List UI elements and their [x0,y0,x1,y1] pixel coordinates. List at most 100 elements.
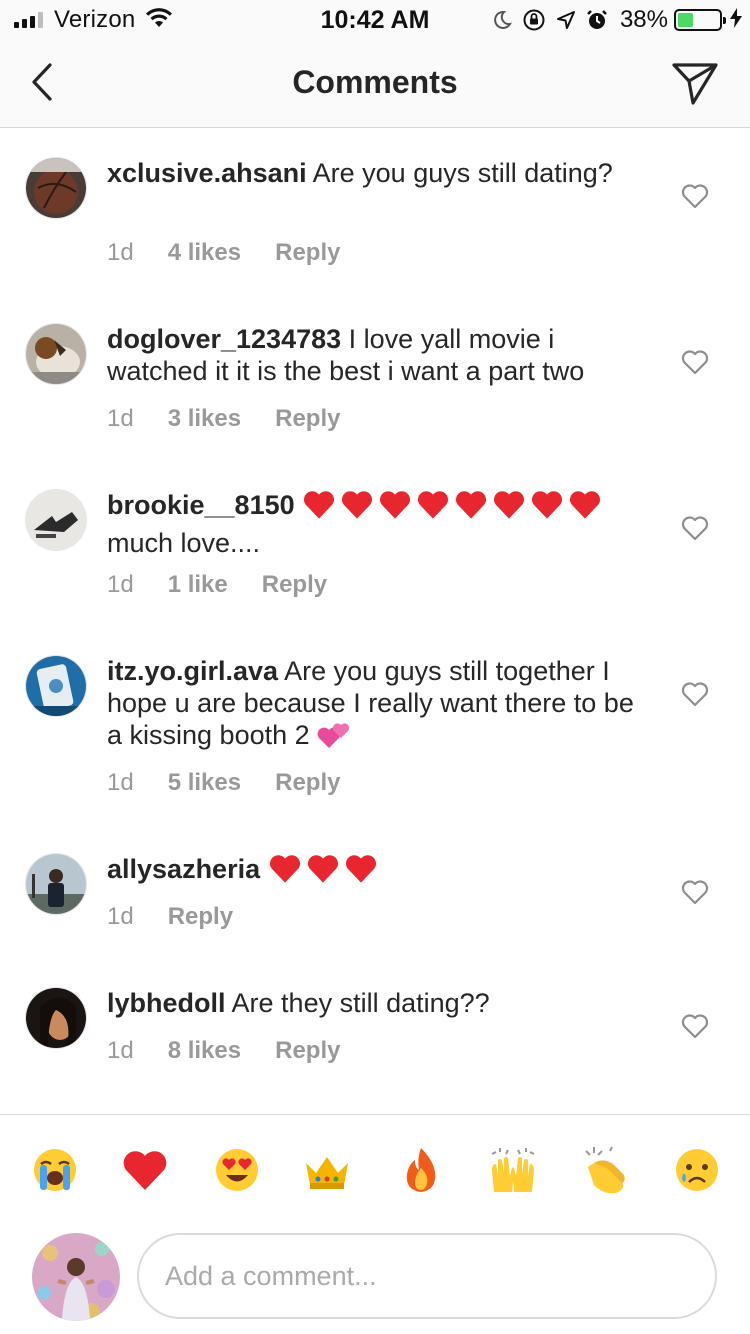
page-title: Comments [292,64,458,100]
comment-meta: 1d 1 like Reply [107,571,361,599]
red-heart-emoji [416,489,450,527]
crown-icon [306,1157,348,1189]
like-button[interactable] [681,183,709,209]
comment-meta: 1d 3 likes Reply [107,405,374,433]
like-button[interactable] [681,349,709,375]
location-arrow-icon [556,10,576,30]
raising-hands-emoji-button[interactable] [488,1145,538,1195]
like-button[interactable] [681,1013,709,1039]
alarm-clock-icon [586,9,608,31]
heart-outline-icon [681,1014,709,1039]
avatar[interactable] [25,655,87,717]
comment-message: Are you guys still dating? [312,158,613,188]
add-comment-input[interactable] [137,1233,717,1319]
comment-username[interactable]: itz.yo.girl.ava [107,656,278,686]
red-heart-emoji [454,489,488,527]
raising-hands-icon [491,1148,535,1192]
comment-meta: 1d 5 likes Reply [107,769,374,797]
orientation-lock-icon [522,8,546,32]
red-heart-emoji-button[interactable] [120,1145,170,1195]
like-button[interactable] [681,515,709,541]
red-heart-emoji [302,489,336,527]
clapping-hands-icon [585,1146,625,1194]
paper-plane-icon [672,63,718,105]
red-heart-emoji [492,489,526,527]
comment-timestamp: 1d [107,405,134,432]
comment-meta: 1d 4 likes Reply [107,239,374,267]
reply-button[interactable]: Reply [275,1037,340,1065]
comments-list[interactable]: xclusive.ahsani Are you guys still datin… [0,129,750,1114]
comment-timestamp: 1d [107,903,134,930]
moon-icon [492,10,512,30]
comment-likes[interactable]: 4 likes [168,239,241,267]
current-user-avatar [32,1233,120,1321]
heart-outline-icon [681,880,709,905]
two-hearts-emoji [317,720,351,757]
comment-text: itz.yo.girl.ava Are you guys still toget… [107,655,647,757]
red-heart-emoji [340,489,374,527]
red-heart-emoji [306,853,340,891]
comment-composer-bar [0,1114,750,1334]
red-heart-emoji [568,489,602,527]
comment-timestamp: 1d [107,769,134,796]
comment-timestamp: 1d [107,571,134,598]
reply-button[interactable]: Reply [275,769,340,797]
comment-username[interactable]: lybhedoll [107,988,226,1018]
comment-timestamp: 1d [107,1037,134,1064]
heart-eyes-emoji-button[interactable] [212,1145,262,1195]
comment-text: doglover_1234783 I love yall movie i wat… [107,323,647,387]
avatar[interactable] [25,987,87,1049]
heart-outline-icon [681,682,709,707]
comment-likes[interactable]: 3 likes [168,405,241,433]
reply-button[interactable]: Reply [275,405,340,433]
avatar[interactable] [25,323,87,385]
heart-outline-icon [681,184,709,209]
status-right: 38% [482,6,742,34]
fire-emoji-button[interactable] [396,1145,446,1195]
loudly-crying-emoji-button[interactable] [30,1145,80,1195]
heart-outline-icon [681,350,709,375]
reply-button[interactable]: Reply [168,903,233,931]
reply-button[interactable]: Reply [275,239,340,267]
like-button[interactable] [681,879,709,905]
comment-username[interactable]: brookie__8150 [107,490,295,520]
nav-header: Comments [0,40,750,128]
red-heart-emoji [530,489,564,527]
comment-username[interactable]: allysazheria [107,854,260,884]
red-heart-emoji [268,853,302,891]
comment-likes[interactable]: 1 like [168,571,228,599]
heart-outline-icon [681,516,709,541]
crown-emoji-button[interactable] [302,1145,352,1195]
comment-text: xclusive.ahsani Are you guys still datin… [107,157,647,189]
comment-likes[interactable]: 8 likes [168,1037,241,1065]
share-button[interactable] [670,60,720,108]
comment-timestamp: 1d [107,239,134,266]
heart-emoji-group [302,490,606,520]
comment-username[interactable]: xclusive.ahsani [107,158,307,188]
comment-text: brookie__8150 much love.... [107,489,647,559]
red-heart-emoji [378,489,412,527]
reply-button[interactable]: Reply [262,571,327,599]
comment-meta: 1d Reply [107,903,267,931]
comment-message: Are they still dating?? [231,988,490,1018]
battery-icon [674,9,726,31]
status-bar: Verizon 10:42 AM 38% [0,0,750,40]
avatar[interactable] [25,157,87,219]
charging-bolt-icon [730,7,742,33]
avatar[interactable] [25,853,87,915]
red-heart-emoji [344,853,378,891]
crying-face-emoji-button[interactable] [672,1145,722,1195]
comment-username[interactable]: doglover_1234783 [107,324,341,354]
heart-emoji-group [268,854,382,884]
comment-meta: 1d 8 likes Reply [107,1037,374,1065]
comment-text: allysazheria [107,853,647,891]
quick-emoji-row [0,1115,750,1225]
heart-eyes-icon [216,1149,258,1191]
comment-likes[interactable]: 5 likes [168,769,241,797]
comment-text: lybhedoll Are they still dating?? [107,987,647,1019]
crying-face-icon [676,1149,718,1191]
clapping-hands-emoji-button[interactable] [578,1145,628,1195]
loudly-crying-face-icon [34,1149,76,1191]
like-button[interactable] [681,681,709,707]
avatar[interactable] [25,489,87,551]
